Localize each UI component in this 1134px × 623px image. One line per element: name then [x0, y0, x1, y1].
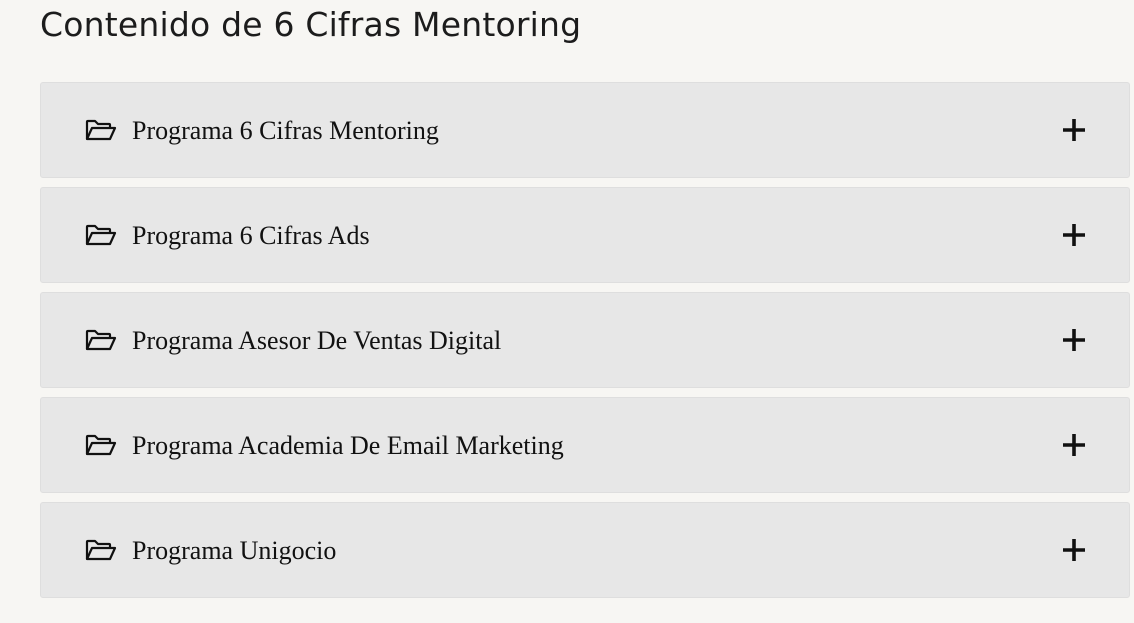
- plus-icon[interactable]: [1061, 432, 1087, 458]
- accordion-item[interactable]: Programa 6 Cifras Mentoring: [40, 82, 1130, 178]
- plus-icon[interactable]: [1061, 222, 1087, 248]
- page-title: Contenido de 6 Cifras Mentoring: [40, 5, 582, 44]
- accordion-item-label: Programa Unigocio: [132, 536, 337, 565]
- accordion-item-label: Programa 6 Cifras Ads: [132, 221, 370, 250]
- accordion-item[interactable]: Programa Asesor De Ventas Digital: [40, 292, 1130, 388]
- plus-icon[interactable]: [1061, 327, 1087, 353]
- plus-icon[interactable]: [1061, 117, 1087, 143]
- accordion-item[interactable]: Programa Unigocio: [40, 502, 1130, 598]
- accordion-item[interactable]: Programa 6 Cifras Ads: [40, 187, 1130, 283]
- folder-open-icon: [85, 119, 117, 141]
- accordion-item-label: Programa Academia De Email Marketing: [132, 431, 564, 460]
- course-content-accordion: Programa 6 Cifras Mentoring Programa 6 C…: [40, 82, 1130, 598]
- accordion-item-label: Programa Asesor De Ventas Digital: [132, 326, 502, 355]
- accordion-item-label: Programa 6 Cifras Mentoring: [132, 116, 439, 145]
- folder-open-icon: [85, 224, 117, 246]
- folder-open-icon: [85, 434, 117, 456]
- folder-open-icon: [85, 539, 117, 561]
- folder-open-icon: [85, 329, 117, 351]
- accordion-item[interactable]: Programa Academia De Email Marketing: [40, 397, 1130, 493]
- plus-icon[interactable]: [1061, 537, 1087, 563]
